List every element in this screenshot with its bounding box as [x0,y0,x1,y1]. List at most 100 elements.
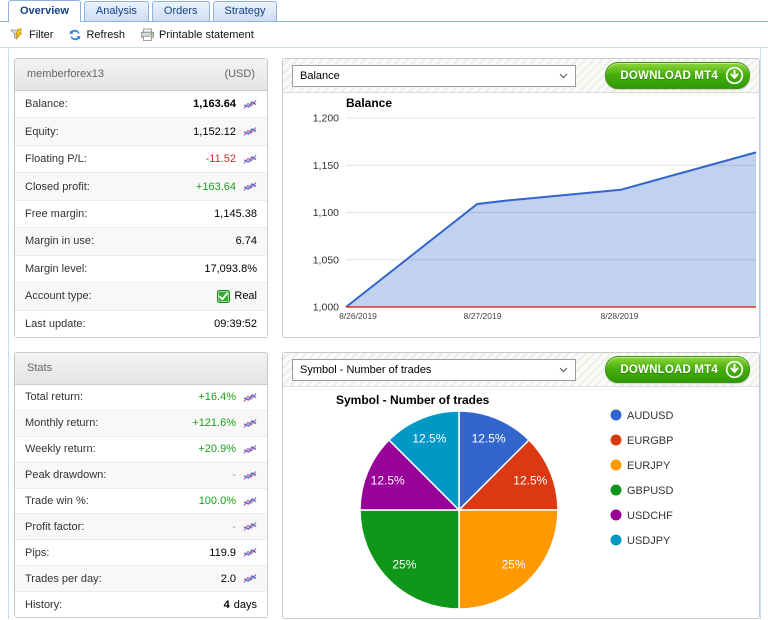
sparkline-chart-icon[interactable] [243,573,257,584]
sparkline-chart-icon[interactable] [243,392,257,403]
account-summary-panel: memberforex13 (USD) Balance:1,163.64Equi… [14,58,268,338]
printer-icon [140,28,155,42]
symbol-chart-panel: Symbol - Number of trades DOWNLOAD MT4 S… [282,352,760,619]
svg-text:8/28/2019: 8/28/2019 [601,311,639,321]
svg-text:EURJPY: EURJPY [627,460,671,472]
chart-type-dropdown-value: Balance [300,70,340,82]
svg-text:25%: 25% [502,558,526,572]
sparkline-chart-icon[interactable] [243,470,257,481]
row-value: - [232,521,236,533]
sparkline-chart-icon[interactable] [243,444,257,455]
refresh-label: Refresh [86,29,125,41]
svg-text:12.5%: 12.5% [412,432,446,446]
row-equity: Equity:1,152.12 [15,118,267,145]
sparkline-chart-icon[interactable] [243,181,257,192]
row-weekly-return: Weekly return:+20.9% [15,437,267,463]
legend-item-audusd: AUDUSD [611,410,674,423]
symbol-pie-chart: Symbol - Number of trades12.5%12.5%25%25… [283,387,759,620]
balance-chart-panel: Balance DOWNLOAD MT4 1,0001,0501,1001,15… [282,58,760,338]
printable-statement-button[interactable]: Printable statement [140,28,254,42]
sparkline-chart-icon[interactable] [243,418,257,429]
svg-text:1,100: 1,100 [313,207,339,219]
row-profit-factor: Profit factor:- [15,514,267,540]
row-value: 4 days [224,599,257,611]
refresh-icon [68,28,82,42]
row-value: -11.52 [206,153,236,165]
row-label: Floating P/L: [25,153,206,165]
row-value: 09:39:52 [214,318,257,330]
row-label: Trade win %: [25,495,199,507]
row-pips: Pips:119.9 [15,540,267,566]
download-mt4-button[interactable]: DOWNLOAD MT4 [605,356,750,383]
printable-statement-label: Printable statement [159,29,254,41]
refresh-button[interactable]: Refresh [68,28,125,42]
svg-text:12.5%: 12.5% [472,432,506,446]
svg-text:1,200: 1,200 [313,113,339,125]
row-account-type: Account type:Real [15,283,267,310]
account-panel-header: memberforex13 (USD) [15,59,267,91]
row-label: Closed profit: [25,181,196,193]
legend-item-eurjpy: EURJPY [611,460,672,473]
row-label: Pips: [25,547,209,559]
account-rows: Balance:1,163.64Equity:1,152.12 Floating … [15,91,267,337]
row-label: Trades per day: [25,573,221,585]
download-mt4-label: DOWNLOAD MT4 [620,364,718,376]
row-trades-per-day: Trades per day:2.0 [15,566,267,592]
tab-overview[interactable]: Overview [8,0,81,22]
checkmark-icon [217,290,230,303]
symbol-chart-dropdown-value: Symbol - Number of trades [300,364,431,376]
svg-text:1,050: 1,050 [313,254,339,266]
balance-panel-header: Balance DOWNLOAD MT4 [283,59,759,93]
sparkline-chart-icon[interactable] [243,496,257,507]
account-currency: (USD) [224,59,255,90]
symbol-chart-dropdown[interactable]: Symbol - Number of trades [292,359,576,381]
stats-title: Stats [27,353,52,384]
svg-text:12.5%: 12.5% [513,473,547,487]
row-label: Total return: [25,391,198,403]
tab-strategy[interactable]: Strategy [213,1,278,21]
row-total-return: Total return:+16.4% [15,385,267,411]
chart-type-dropdown[interactable]: Balance [292,65,576,87]
legend-item-usdchf: USDCHF [611,510,674,523]
row-value: 119.9 [209,547,236,559]
svg-text:8/26/2019: 8/26/2019 [339,311,377,321]
download-mt4-button[interactable]: DOWNLOAD MT4 [605,62,750,89]
tab-analysis[interactable]: Analysis [84,1,149,21]
tab-orders[interactable]: Orders [152,1,210,21]
sparkline-chart-icon[interactable] [243,547,257,558]
download-arrow-icon [725,66,744,85]
sparkline-chart-icon[interactable] [243,521,257,532]
legend-item-eurgbp: EURGBP [611,435,674,448]
svg-text:GBPUSD: GBPUSD [627,485,674,497]
sparkline-chart-icon[interactable] [243,99,257,110]
row-monthly-return: Monthly return:+121.6% [15,411,267,437]
row-value: +20.9% [198,443,236,455]
row-value: +163.64 [196,181,236,193]
sparkline-chart-icon[interactable] [243,154,257,165]
svg-text:Symbol - Number of trades: Symbol - Number of trades [336,393,490,407]
svg-text:8/27/2019: 8/27/2019 [464,311,502,321]
toolbar: Filter Refresh Printable statement [0,22,768,48]
row-label: Monthly return: [25,417,192,429]
download-mt4-label: DOWNLOAD MT4 [620,70,718,82]
svg-text:AUDUSD: AUDUSD [627,410,674,422]
row-label: Equity: [25,126,193,138]
filter-button[interactable]: Filter [10,28,53,42]
balance-chart: 1,0001,0501,1001,1501,200Balance8/26/201… [283,93,759,339]
row-margin-in-use: Margin in use:6.74 [15,228,267,255]
row-label: Weekly return: [25,443,198,455]
row-value: 100.0% [199,495,236,507]
sparkline-chart-icon[interactable] [243,126,257,137]
row-label: Margin level: [25,263,204,275]
svg-text:12.5%: 12.5% [371,473,405,487]
row-trade-win: Trade win %:100.0% [15,489,267,515]
stats-panel: Stats Total return:+16.4%Monthly return:… [14,352,268,618]
row-label: Margin in use: [25,235,236,247]
row-value: Real [217,290,257,303]
filter-icon [10,28,25,42]
svg-text:EURGBP: EURGBP [627,435,673,447]
row-balance: Balance:1,163.64 [15,91,267,118]
legend-item-gbpusd: GBPUSD [611,485,674,498]
row-margin-level: Margin level:17,093.8% [15,256,267,283]
row-label: History: [25,599,224,611]
